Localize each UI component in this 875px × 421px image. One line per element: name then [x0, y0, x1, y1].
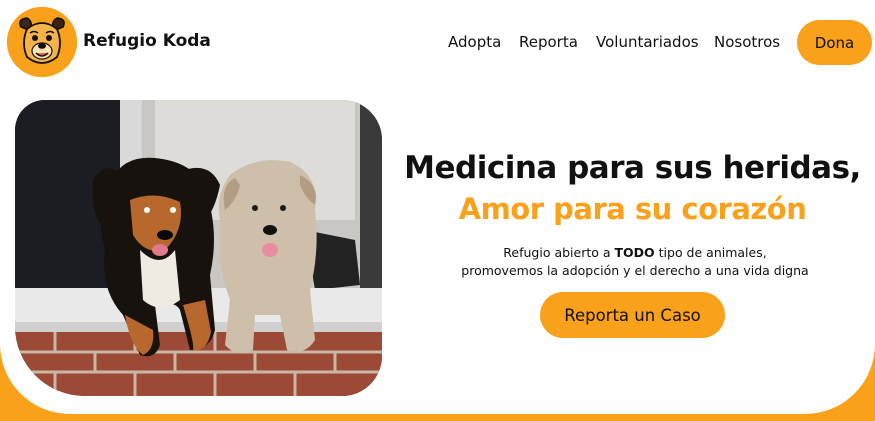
description-line-2: promovemos la adopción y el derecho a un… — [461, 263, 809, 278]
brand-name[interactable]: Refugio Koda — [83, 31, 211, 51]
hero-subheadline: Amor para su corazón — [458, 192, 807, 226]
donate-button[interactable]: Dona — [797, 20, 872, 65]
description-text: Refugio abierto a — [503, 245, 615, 260]
site-header: Refugio Koda Adopta Reporta Voluntariado… — [0, 0, 875, 86]
two-dogs-photo — [15, 100, 382, 396]
nav-item-voluntariados[interactable]: Voluntariados — [596, 33, 699, 51]
report-case-button[interactable]: Reporta un Caso — [540, 292, 725, 338]
nav-item-adopta[interactable]: Adopta — [448, 33, 501, 51]
description-emphasis: TODO — [614, 245, 655, 260]
nav-item-nosotros[interactable]: Nosotros — [714, 33, 780, 51]
nav-item-reporta[interactable]: Reporta — [519, 33, 578, 51]
hero-description: Refugio abierto a TODO tipo de animales,… — [420, 244, 850, 280]
description-text-end: tipo de animales, — [654, 245, 767, 260]
dog-face-icon[interactable] — [7, 7, 77, 77]
hero-headline: Medicina para sus heridas, — [404, 150, 861, 186]
